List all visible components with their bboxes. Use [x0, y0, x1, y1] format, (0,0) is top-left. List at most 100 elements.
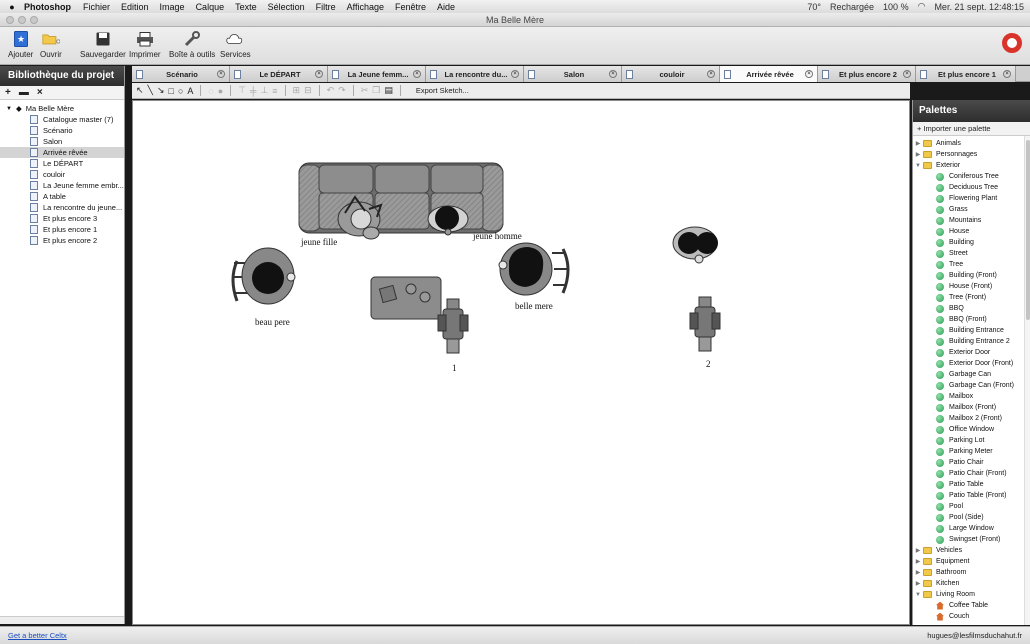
palette-item[interactable]: Swingset (Front): [913, 534, 1030, 545]
palette-category[interactable]: ▶ Vehicles: [913, 545, 1030, 556]
palette-item[interactable]: Large Window: [913, 523, 1030, 534]
wifi-icon[interactable]: ◠: [918, 1, 926, 12]
disclosure-triangle-icon[interactable]: ▼: [6, 106, 12, 112]
palette-item[interactable]: Grass: [913, 204, 1030, 215]
camera-2-shape[interactable]: [689, 296, 721, 352]
menu-aide[interactable]: Aide: [437, 2, 455, 12]
import-palette-button[interactable]: + Importer une palette: [913, 122, 1030, 136]
tree-item[interactable]: A table: [0, 191, 124, 202]
disclosure-triangle-icon[interactable]: ▶: [913, 569, 923, 576]
battery-status[interactable]: 100 %: [883, 2, 909, 12]
add-folder-icon[interactable]: ▬: [19, 87, 29, 98]
tab-la-rencontre[interactable]: La rencontre du... ×: [426, 66, 524, 82]
disclosure-triangle-icon[interactable]: ▼: [913, 592, 923, 598]
tab-close-icon[interactable]: ×: [217, 70, 225, 78]
tab-close-icon[interactable]: ×: [511, 70, 519, 78]
palette-category[interactable]: ▶ Animals: [913, 138, 1030, 149]
menu-filtre[interactable]: Filtre: [316, 2, 336, 12]
tree-item[interactable]: Catalogue master (7): [0, 114, 124, 125]
arrow-tool-icon[interactable]: ↘: [157, 85, 165, 96]
palette-item[interactable]: Tree (Front): [913, 292, 1030, 303]
palette-item[interactable]: House: [913, 226, 1030, 237]
zoom-window-button[interactable]: [30, 16, 38, 24]
project-library-scrollbar[interactable]: [0, 616, 124, 624]
delete-item-icon[interactable]: ×: [37, 87, 43, 98]
palette-item[interactable]: Garbage Can: [913, 369, 1030, 380]
palette-item[interactable]: Pool: [913, 501, 1030, 512]
tab-et-plus-encore-1[interactable]: Et plus encore 1 ×: [916, 66, 1016, 82]
tab-close-icon[interactable]: ×: [413, 70, 421, 78]
tab-le-depart[interactable]: Le DÉPART ×: [230, 66, 328, 82]
tab-close-icon[interactable]: ×: [805, 70, 813, 78]
distribute-icon[interactable]: ≡: [272, 86, 277, 96]
tab-close-icon[interactable]: ×: [1003, 70, 1011, 78]
ungroup-icon[interactable]: ⊟: [304, 85, 312, 96]
user-account[interactable]: hugues@lesfilmsduchahut.fr: [927, 631, 1022, 640]
toolbox-button[interactable]: Boîte à outils: [169, 30, 215, 59]
palette-category[interactable]: ▶ Kitchen: [913, 578, 1030, 589]
menu-calque[interactable]: Calque: [196, 2, 225, 12]
tree-item[interactable]: couloir: [0, 169, 124, 180]
align-top-icon[interactable]: ⊤: [238, 85, 246, 96]
palette-item[interactable]: Patio Chair: [913, 457, 1030, 468]
menu-texte[interactable]: Texte: [235, 2, 257, 12]
menu-app-name[interactable]: Photoshop: [24, 2, 71, 12]
palette-item[interactable]: Patio Table: [913, 479, 1030, 490]
tree-item[interactable]: Et plus encore 2: [0, 235, 124, 246]
coffee-table-shape[interactable]: [370, 276, 442, 320]
palette-item[interactable]: Flowering Plant: [913, 193, 1030, 204]
print-button[interactable]: Imprimer: [129, 30, 161, 59]
align-bottom-icon[interactable]: ⊥: [260, 85, 268, 96]
rectangle-tool-icon[interactable]: □: [169, 86, 174, 96]
redo-icon[interactable]: ↷: [338, 85, 346, 96]
get-better-celtx-link[interactable]: Get a better Celtx: [8, 631, 67, 640]
tab-close-icon[interactable]: ×: [315, 70, 323, 78]
tree-root[interactable]: ▼ ◆ Ma Belle Mère: [0, 103, 124, 114]
menu-selection[interactable]: Sélection: [268, 2, 305, 12]
palette-item[interactable]: Mailbox 2 (Front): [913, 413, 1030, 424]
palette-item[interactable]: Building: [913, 237, 1030, 248]
minimize-window-button[interactable]: [18, 16, 26, 24]
label-jeune-fille[interactable]: jeune fille: [301, 237, 337, 247]
menu-affichage[interactable]: Affichage: [347, 2, 384, 12]
line-tool-icon[interactable]: ╲: [148, 85, 153, 96]
tree-item[interactable]: Le DÉPART: [0, 158, 124, 169]
palette-item[interactable]: Building Entrance 2: [913, 336, 1030, 347]
open-button[interactable]: Ouvrir: [40, 30, 62, 59]
ellipse-tool-icon[interactable]: ○: [178, 86, 183, 96]
palette-item[interactable]: Parking Meter: [913, 446, 1030, 457]
palette-item[interactable]: BBQ (Front): [913, 314, 1030, 325]
palette-category[interactable]: ▼ Living Room: [913, 589, 1030, 600]
copy-icon[interactable]: ❐: [372, 85, 380, 96]
palette-category[interactable]: ▶ Personnages: [913, 149, 1030, 160]
palette-item[interactable]: Building (Front): [913, 270, 1030, 281]
tab-couloir[interactable]: couloir ×: [622, 66, 720, 82]
disclosure-triangle-icon[interactable]: ▶: [913, 558, 923, 565]
disclosure-triangle-icon[interactable]: ▶: [913, 140, 923, 147]
tree-item[interactable]: La rencontre du jeune...: [0, 202, 124, 213]
sketch-canvas[interactable]: jeune fille jeune homme beau pere belle …: [132, 100, 910, 625]
align-middle-icon[interactable]: ╪: [250, 86, 256, 96]
palette-item[interactable]: Deciduous Tree: [913, 182, 1030, 193]
character-pair-top-view[interactable]: [672, 226, 718, 264]
apple-icon[interactable]: ●: [0, 2, 24, 12]
palette-item[interactable]: Mailbox (Front): [913, 402, 1030, 413]
disclosure-triangle-icon[interactable]: ▶: [913, 547, 923, 554]
sync-status[interactable]: Rechargée: [830, 2, 874, 12]
palette-item[interactable]: House (Front): [913, 281, 1030, 292]
weather-temp[interactable]: 70°: [807, 2, 821, 12]
palette-item[interactable]: Coniferous Tree: [913, 171, 1030, 182]
stroke-color-icon[interactable]: ◌: [208, 86, 213, 96]
save-button[interactable]: Sauvegarder: [80, 30, 126, 59]
label-beau-pere[interactable]: beau pere: [255, 317, 290, 327]
tab-salon[interactable]: Salon ×: [524, 66, 622, 82]
tab-scenario[interactable]: Scénario ×: [132, 66, 230, 82]
palette-item[interactable]: Office Window: [913, 424, 1030, 435]
palette-item[interactable]: Patio Table (Front): [913, 490, 1030, 501]
close-window-button[interactable]: [6, 16, 14, 24]
palette-item[interactable]: Garbage Can (Front): [913, 380, 1030, 391]
export-sketch-button[interactable]: Export Sketch...: [416, 86, 469, 95]
couch-shape[interactable]: [298, 162, 504, 234]
palette-item[interactable]: Mountains: [913, 215, 1030, 226]
palette-item[interactable]: Coffee Table: [913, 600, 1030, 611]
